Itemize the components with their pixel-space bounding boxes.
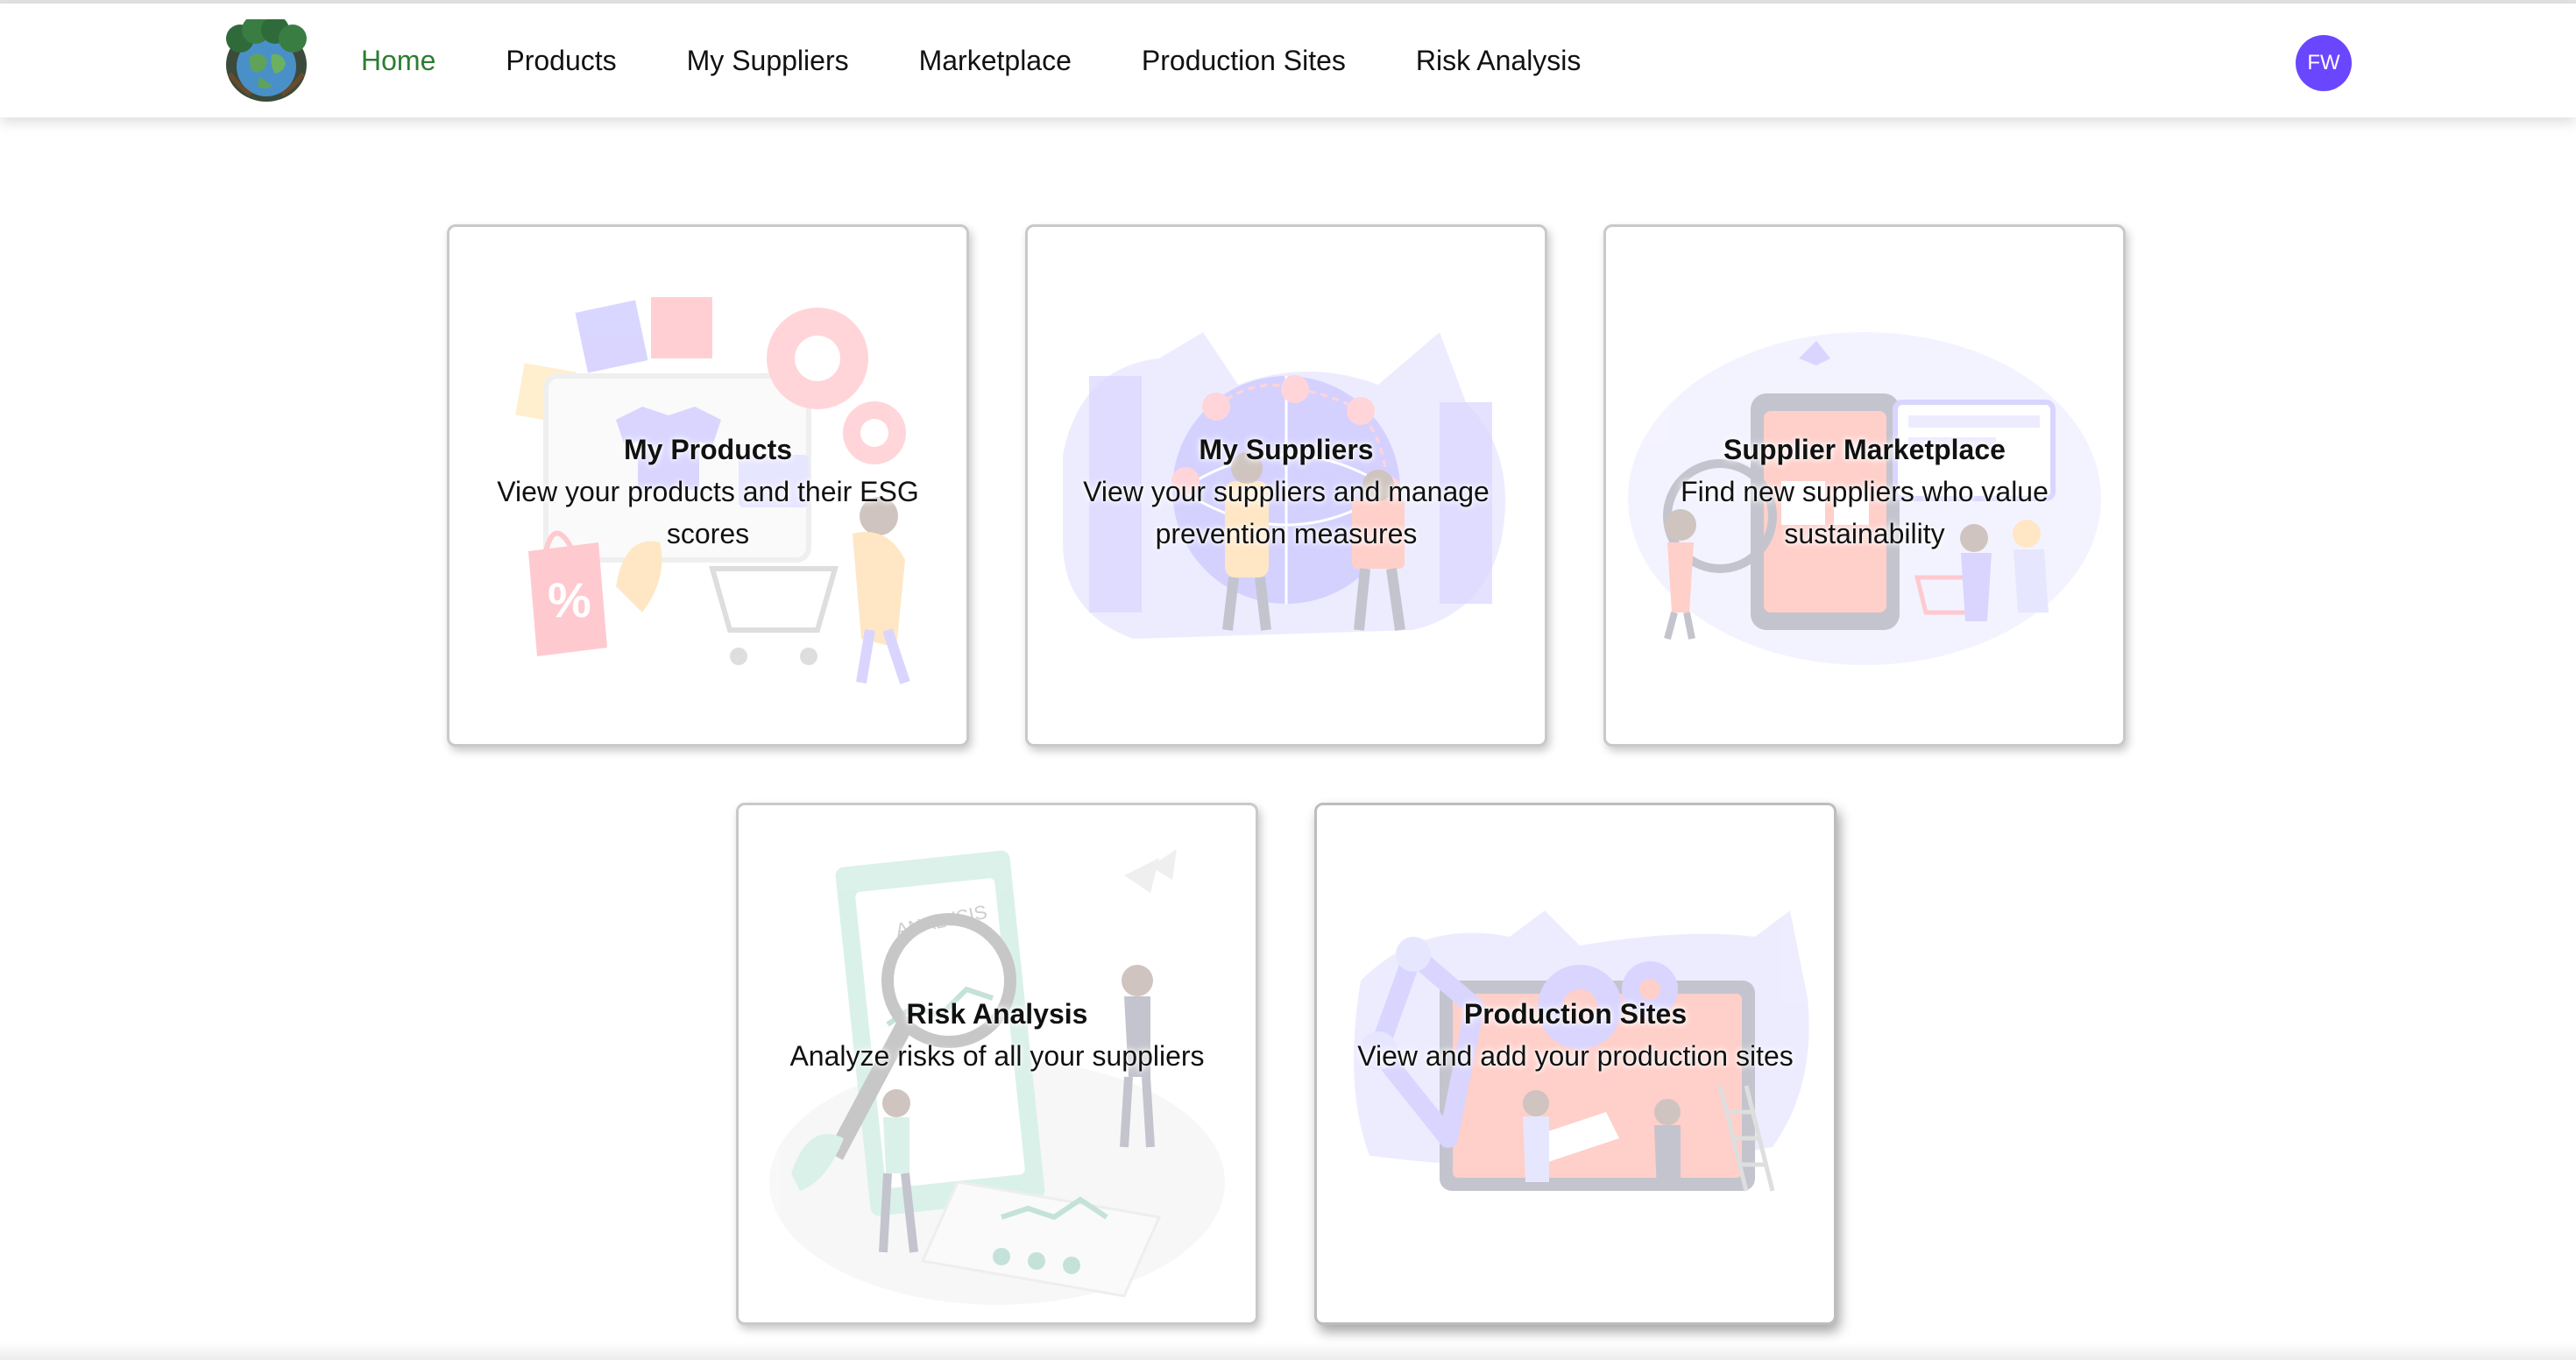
card-title: Production Sites [1463, 998, 1688, 1030]
globe-tree-logo-icon[interactable] [221, 16, 312, 103]
card-description: View and add your production sites [1357, 1040, 1794, 1072]
nav-products[interactable]: Products [506, 45, 616, 77]
card-title: Supplier Marketplace [1723, 434, 2006, 465]
card-text: Risk Analysis Analyze risks of all your … [765, 993, 1229, 1077]
user-avatar[interactable]: FW [2296, 35, 2352, 91]
nav-marketplace[interactable]: Marketplace [919, 45, 1072, 77]
card-production-sites[interactable]: Production Sites View and add your produ… [1314, 803, 1836, 1325]
nav-production-sites[interactable]: Production Sites [1142, 45, 1346, 77]
card-risk-analysis[interactable]: ANALYSIS Risk Analysis Analyze risks of … [736, 803, 1258, 1325]
card-my-products[interactable]: % My Products View your products and the… [447, 224, 969, 747]
main-nav: Home Products My Suppliers Marketplace P… [361, 4, 1651, 117]
card-text: My Products View your products and their… [476, 429, 940, 555]
page-bottom-shadow [0, 1342, 2576, 1360]
card-title: Risk Analysis [906, 998, 1088, 1030]
card-my-suppliers[interactable]: My Suppliers View your suppliers and man… [1025, 224, 1547, 747]
svg-text:%: % [548, 572, 591, 627]
nav-home[interactable]: Home [361, 45, 435, 77]
card-description: View your products and their ESG scores [497, 476, 919, 549]
card-title: My Products [623, 434, 793, 465]
card-supplier-marketplace[interactable]: Supplier Marketplace Find new suppliers … [1603, 224, 2126, 747]
card-description: Find new suppliers who value sustainabil… [1681, 476, 2049, 549]
card-description: View your suppliers and manage preventio… [1083, 476, 1490, 549]
nav-risk-analysis[interactable]: Risk Analysis [1416, 45, 1582, 77]
card-title: My Suppliers [1199, 434, 1374, 465]
card-description: Analyze risks of all your suppliers [789, 1040, 1205, 1072]
top-navbar: Home Products My Suppliers Marketplace P… [0, 4, 2576, 117]
nav-my-suppliers[interactable]: My Suppliers [687, 45, 849, 77]
card-text: Production Sites View and add your produ… [1343, 993, 1808, 1077]
card-text: Supplier Marketplace Find new suppliers … [1632, 429, 2097, 555]
card-text: My Suppliers View your suppliers and man… [1054, 429, 1518, 555]
